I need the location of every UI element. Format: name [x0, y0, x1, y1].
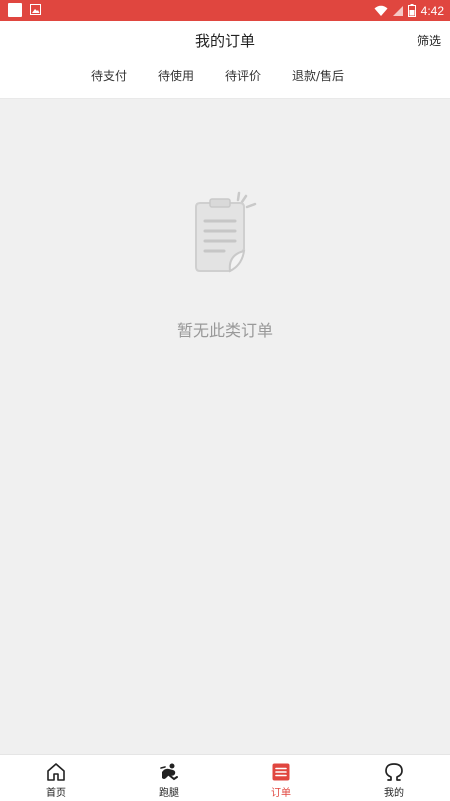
status-time: 4:42 — [420, 3, 444, 18]
filter-button[interactable]: 筛选 — [417, 32, 441, 49]
errand-runner-icon — [160, 763, 178, 781]
empty-message: 暂无此类订单 — [176, 321, 273, 340]
order-list-icon — [272, 763, 290, 781]
nav-orders[interactable]: 订单 — [225, 755, 337, 801]
page-header: 我的订单 筛选 待支付 待使用 待评价 退款/售后 — [0, 21, 450, 99]
tab-refund-aftersales[interactable]: 退款/售后 — [292, 67, 344, 84]
nav-errand[interactable]: 跑腿 — [113, 755, 225, 801]
tab-pending-payment[interactable]: 待支付 — [91, 67, 127, 84]
status-bar: 4:42 — [0, 0, 450, 21]
wifi-icon — [374, 5, 388, 16]
nav-errand-label: 跑腿 — [159, 788, 179, 799]
tab-to-review[interactable]: 待评价 — [225, 67, 261, 84]
battery-icon — [407, 4, 416, 17]
nav-home[interactable]: 首页 — [0, 755, 112, 801]
nav-profile[interactable]: 我的 — [338, 755, 450, 801]
order-tabs: 待支付 待使用 待评价 退款/售后 — [0, 67, 450, 83]
home-icon — [47, 763, 65, 781]
bottom-nav: 首页 跑腿 订单 我的 — [0, 754, 450, 801]
profile-icon — [385, 763, 403, 781]
nav-home-label: 首页 — [46, 788, 66, 799]
empty-state: 暂无此类订单 — [0, 98, 450, 754]
page-title: 我的订单 — [194, 32, 255, 50]
image-notification-icon — [30, 4, 41, 15]
cell-signal-icon — [392, 6, 403, 16]
empty-order-icon — [195, 191, 257, 273]
tab-to-use[interactable]: 待使用 — [158, 67, 194, 84]
notification-square-icon — [8, 3, 22, 17]
nav-orders-label: 订单 — [271, 788, 291, 799]
nav-profile-label: 我的 — [384, 788, 404, 799]
